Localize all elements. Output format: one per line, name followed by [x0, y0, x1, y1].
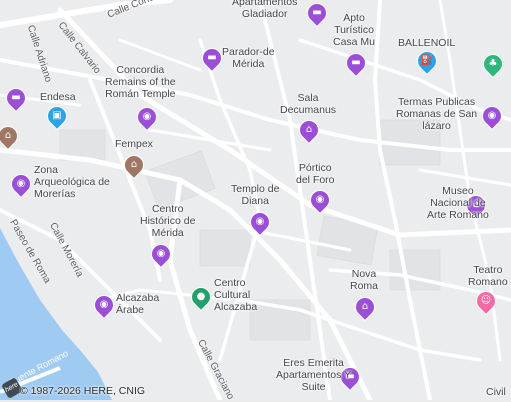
label-centro-cultural: Centro Cultural Alcazaba [214, 277, 258, 313]
poi-zona-arqueologica[interactable]: ◉ [6, 169, 36, 199]
label-teatro-romano: Teatro Romano [468, 264, 508, 288]
camera-icon: ◉ [16, 178, 26, 189]
camera-icon: ◉ [142, 111, 152, 122]
park-icon: ♣ [488, 58, 498, 69]
label-eres-emerita: Eres Emerita Apartamentos Y Suite [276, 357, 352, 393]
poi-fempex[interactable]: ⌂ [119, 150, 149, 180]
bed-icon: ▬ [11, 92, 21, 103]
camera-icon: ◉ [255, 216, 265, 227]
poi-portico-foro[interactable]: ◉ [305, 185, 335, 215]
museum-icon: ⌂ [130, 159, 138, 170]
camera-icon: ◉ [99, 299, 109, 310]
shopping-icon: ▣ [52, 110, 62, 121]
label-fempex: Fempex [115, 138, 153, 150]
museum-icon: ⌂ [4, 130, 12, 141]
label-zona-arqueologica: Zona Arqueológica de Morerías [34, 164, 110, 200]
poi-sala-decumanus[interactable]: ⌂ [294, 115, 324, 145]
label-museo-nacional: Museo Nacional de Arte Romano [427, 185, 489, 221]
bed-icon: ▬ [351, 57, 361, 68]
label-concordia-remains: Concordia Remains of the Román Temple [105, 64, 176, 100]
poi-park[interactable]: ♣ [478, 49, 508, 79]
poi-nova-roma[interactable]: ⌂ [350, 292, 380, 322]
label-apartamentos-gladiador: Apartamentos Gladiador [232, 0, 298, 20]
label-templo-diana: Templo de Diana [231, 183, 280, 207]
label-parador: Parador-de Mérida [222, 46, 275, 70]
poi-apartamentos-gladiador[interactable]: ▬ [302, 0, 332, 28]
theater-icon: ⌂ [305, 124, 313, 135]
poi-hotel-left[interactable]: ▬ [1, 83, 31, 113]
bed-icon: ▬ [207, 52, 217, 63]
bed-icon: ▬ [312, 7, 322, 18]
poi-museum-left[interactable]: ⌂ [0, 121, 23, 151]
poi-teatro-romano[interactable]: ☺ [471, 286, 501, 316]
poi-termas[interactable]: ◉ [477, 101, 507, 131]
poi-centro-cultural[interactable]: ● [186, 282, 216, 312]
camera-icon: ◉ [315, 194, 325, 205]
camera-icon: ◉ [487, 110, 497, 121]
poi-centro-historico[interactable]: ◉ [146, 239, 176, 269]
label-portico-foro: Pórtico del Foro [296, 162, 335, 186]
poi-endesa[interactable]: ▣ [42, 101, 72, 131]
poi-apto-turistico[interactable]: ▬ [341, 48, 371, 78]
label-nova-roma: Nova Roma [350, 268, 379, 292]
poi-templo-diana[interactable]: ◉ [245, 207, 275, 237]
label-ballenoil: BALLENOIL [398, 37, 456, 49]
label-civil: Civil [486, 386, 506, 398]
poi-concordia-remains[interactable]: ◉ [132, 102, 162, 132]
camera-icon: ◉ [156, 248, 166, 259]
label-centro-historico: Centro Histórico de Mérida [140, 203, 196, 239]
label-alcazaba-arabe: Alcazaba Árabe [116, 292, 160, 316]
poi-parador[interactable]: ▬ [197, 43, 227, 73]
poi-ballenoil[interactable]: ⛽ [412, 46, 442, 76]
culture-center-icon: ● [196, 291, 206, 302]
label-apto-turistico: Apto Turístico Casa Mu [333, 12, 376, 48]
fuel-icon: ⛽ [420, 55, 434, 66]
map-copyright: © 1987-2026 HERE, CNIG [20, 385, 146, 397]
theater-icon: ⌂ [361, 301, 369, 312]
poi-alcazaba-arabe[interactable]: ◉ [89, 290, 119, 320]
label-sala-decumanus: Sala Decumanus [280, 92, 337, 116]
label-termas: Termas Publicas Romanas de San lázaro [396, 96, 478, 132]
theater-icon: ☺ [480, 295, 492, 306]
label-endesa: Endesa [40, 91, 76, 103]
